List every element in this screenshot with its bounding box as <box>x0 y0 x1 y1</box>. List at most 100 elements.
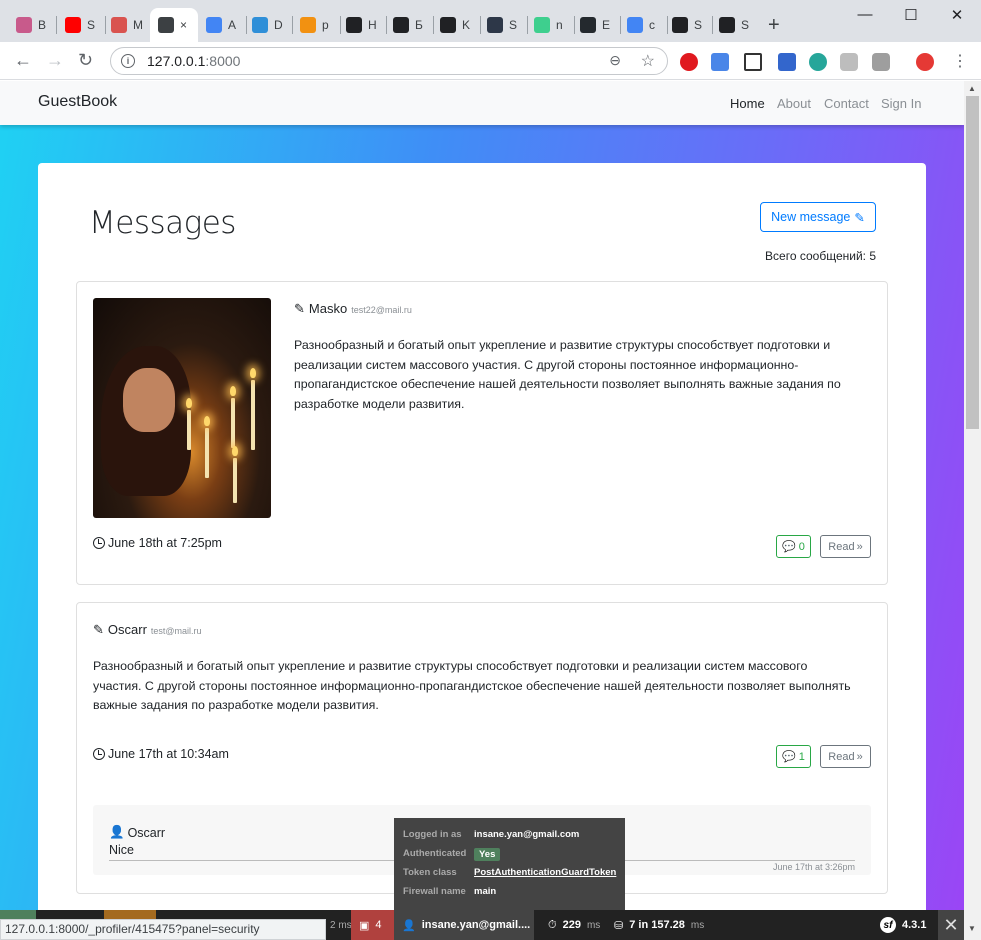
comments-button[interactable]: 💬 0 <box>776 535 811 558</box>
new-message-button[interactable]: New message ✎ <box>760 202 876 232</box>
maximize-button[interactable]: ☐ <box>888 6 934 24</box>
sf-db-value: 7 in 157.28 <box>629 919 685 931</box>
total-messages: Всего сообщений: 5 <box>765 249 876 263</box>
sf-version-text: 4.3.1 <box>902 919 927 931</box>
zoom-icon[interactable]: ⊖ <box>609 52 621 69</box>
tab-favicon-icon <box>719 17 735 33</box>
tab-favicon-icon <box>580 17 596 33</box>
nav-home[interactable]: Home <box>730 96 765 111</box>
minimize-button[interactable]: — <box>842 6 888 23</box>
sf-version-item[interactable]: sf 4.3.1 <box>872 910 934 940</box>
browser-menu-icon[interactable]: ⋮ <box>952 51 968 71</box>
comment-icon: 💬 <box>782 541 796 553</box>
browser-tab[interactable]: D <box>244 8 290 42</box>
url-text: 127.0.0.1:8000 <box>147 53 241 69</box>
scroll-thumb[interactable] <box>966 96 979 429</box>
bookmark-star-icon[interactable]: ☆ <box>641 51 655 71</box>
browser-tab-bar: B S M × A Dp H Б K Sn Ec S S + — ☐ ✕ <box>0 0 981 42</box>
browser-tab[interactable]: S <box>57 8 103 42</box>
tab-title: B <box>38 18 47 32</box>
pencil-icon: ✎ <box>93 622 104 637</box>
tab-favicon-icon <box>65 17 81 33</box>
comment-author: 👤 Oscarr <box>109 825 165 840</box>
sf-db-item[interactable]: ⛁ 7 in 157.28 ms <box>606 910 712 940</box>
new-message-label: New message <box>771 210 851 224</box>
comment-text: Nice <box>109 843 135 857</box>
sf-time-item[interactable]: ⏱ 229 ms <box>540 910 608 940</box>
browser-tab[interactable]: S <box>479 8 525 42</box>
screenshot-extension-icon[interactable] <box>744 53 762 71</box>
nav-about[interactable]: About <box>777 96 811 111</box>
address-bar[interactable]: i 127.0.0.1:8000 ⊖ ☆ <box>110 47 668 75</box>
tab-title: S <box>741 18 750 32</box>
new-tab-button[interactable]: + <box>768 14 780 37</box>
shield-extension-icon[interactable] <box>840 53 858 71</box>
tab-favicon-icon <box>440 17 456 33</box>
tab-favicon-icon <box>346 17 362 33</box>
read-button[interactable]: Read » <box>820 535 871 558</box>
sf-toolbar-close-button[interactable]: ✕ <box>938 910 964 940</box>
site-navbar: GuestBook Home About Contact Sign In <box>0 81 964 125</box>
sf-security-item[interactable]: 👤 insane.yan@gmail.... <box>394 910 534 940</box>
brand-logo[interactable]: GuestBook <box>38 93 117 111</box>
r-extension-icon[interactable] <box>809 53 827 71</box>
page-scrollbar[interactable]: ▲ ▼ <box>964 81 981 940</box>
date-text: June 18th at 7:25pm <box>108 536 222 550</box>
user-icon: 👤 <box>109 825 125 839</box>
candle-shape <box>251 380 255 450</box>
browser-tab[interactable]: E <box>572 8 618 42</box>
reload-button[interactable]: ↻ <box>78 50 93 71</box>
database-icon: ⛁ <box>614 919 624 932</box>
photo-face-shape <box>123 368 175 432</box>
tab-favicon-icon <box>627 17 643 33</box>
color-picker-extension-icon[interactable] <box>778 53 796 71</box>
browser-tab[interactable]: M <box>103 8 149 42</box>
logged-in-label: Logged in as <box>403 829 462 840</box>
read-button[interactable]: Read » <box>820 745 871 768</box>
browser-tab[interactable]: A <box>198 8 244 42</box>
browser-tab[interactable]: H <box>338 8 384 42</box>
incognito-extension-icon[interactable] <box>872 53 890 71</box>
symfony-logo-icon: sf <box>880 917 896 933</box>
translate-extension-icon[interactable] <box>711 53 729 71</box>
browser-tab[interactable]: n <box>526 8 572 42</box>
pencil-icon: ✎ <box>854 210 865 225</box>
page-viewport: GuestBook Home About Contact Sign In Mes… <box>0 81 964 940</box>
double-chevron-right-icon: » <box>856 750 863 763</box>
browser-tab[interactable]: K <box>432 8 478 42</box>
tab-title: × <box>180 18 188 32</box>
double-chevron-right-icon: » <box>856 540 863 553</box>
close-window-button[interactable]: ✕ <box>934 6 980 24</box>
scroll-down-arrow-icon[interactable]: ▼ <box>968 924 976 933</box>
flame-shape <box>230 386 236 396</box>
browser-tab[interactable]: B <box>8 8 54 42</box>
sf-logs-item[interactable]: ▣ 4 <box>351 910 394 940</box>
author-email: test22@mail.ru <box>351 305 412 315</box>
profile-avatar[interactable] <box>916 53 934 71</box>
browser-tab[interactable]: S <box>664 8 710 42</box>
browser-tab[interactable]: Б <box>385 8 431 42</box>
browser-tab[interactable]: c <box>619 8 665 42</box>
nav-contact[interactable]: Contact <box>824 96 869 111</box>
flame-shape <box>204 416 210 426</box>
browser-tab[interactable]: p <box>292 8 338 42</box>
token-value[interactable]: PostAuthenticationGuardToken <box>474 867 616 878</box>
nav-sign-in[interactable]: Sign In <box>881 96 921 111</box>
browser-tab[interactable]: S <box>711 8 757 42</box>
tab-favicon-icon <box>534 17 550 33</box>
status-bar-url: 127.0.0.1:8000/_profiler/415475?panel=se… <box>0 919 326 940</box>
tab-favicon-icon <box>16 17 32 33</box>
tab-title: S <box>509 18 518 32</box>
scroll-up-arrow-icon[interactable]: ▲ <box>968 84 976 93</box>
message-text: Разнообразный и богатый опыт укрепление … <box>93 659 851 712</box>
ublock-extension-icon[interactable] <box>680 53 698 71</box>
back-button[interactable]: ← <box>14 50 32 71</box>
comments-button[interactable]: 💬 1 <box>776 745 811 768</box>
forward-button[interactable]: → <box>46 50 64 71</box>
authenticated-label: Authenticated <box>403 848 467 859</box>
flame-shape <box>186 398 192 408</box>
site-info-icon[interactable]: i <box>121 54 135 68</box>
tab-title: M <box>133 18 143 32</box>
candle-shape <box>233 458 237 503</box>
browser-tab[interactable]: × <box>150 8 198 42</box>
